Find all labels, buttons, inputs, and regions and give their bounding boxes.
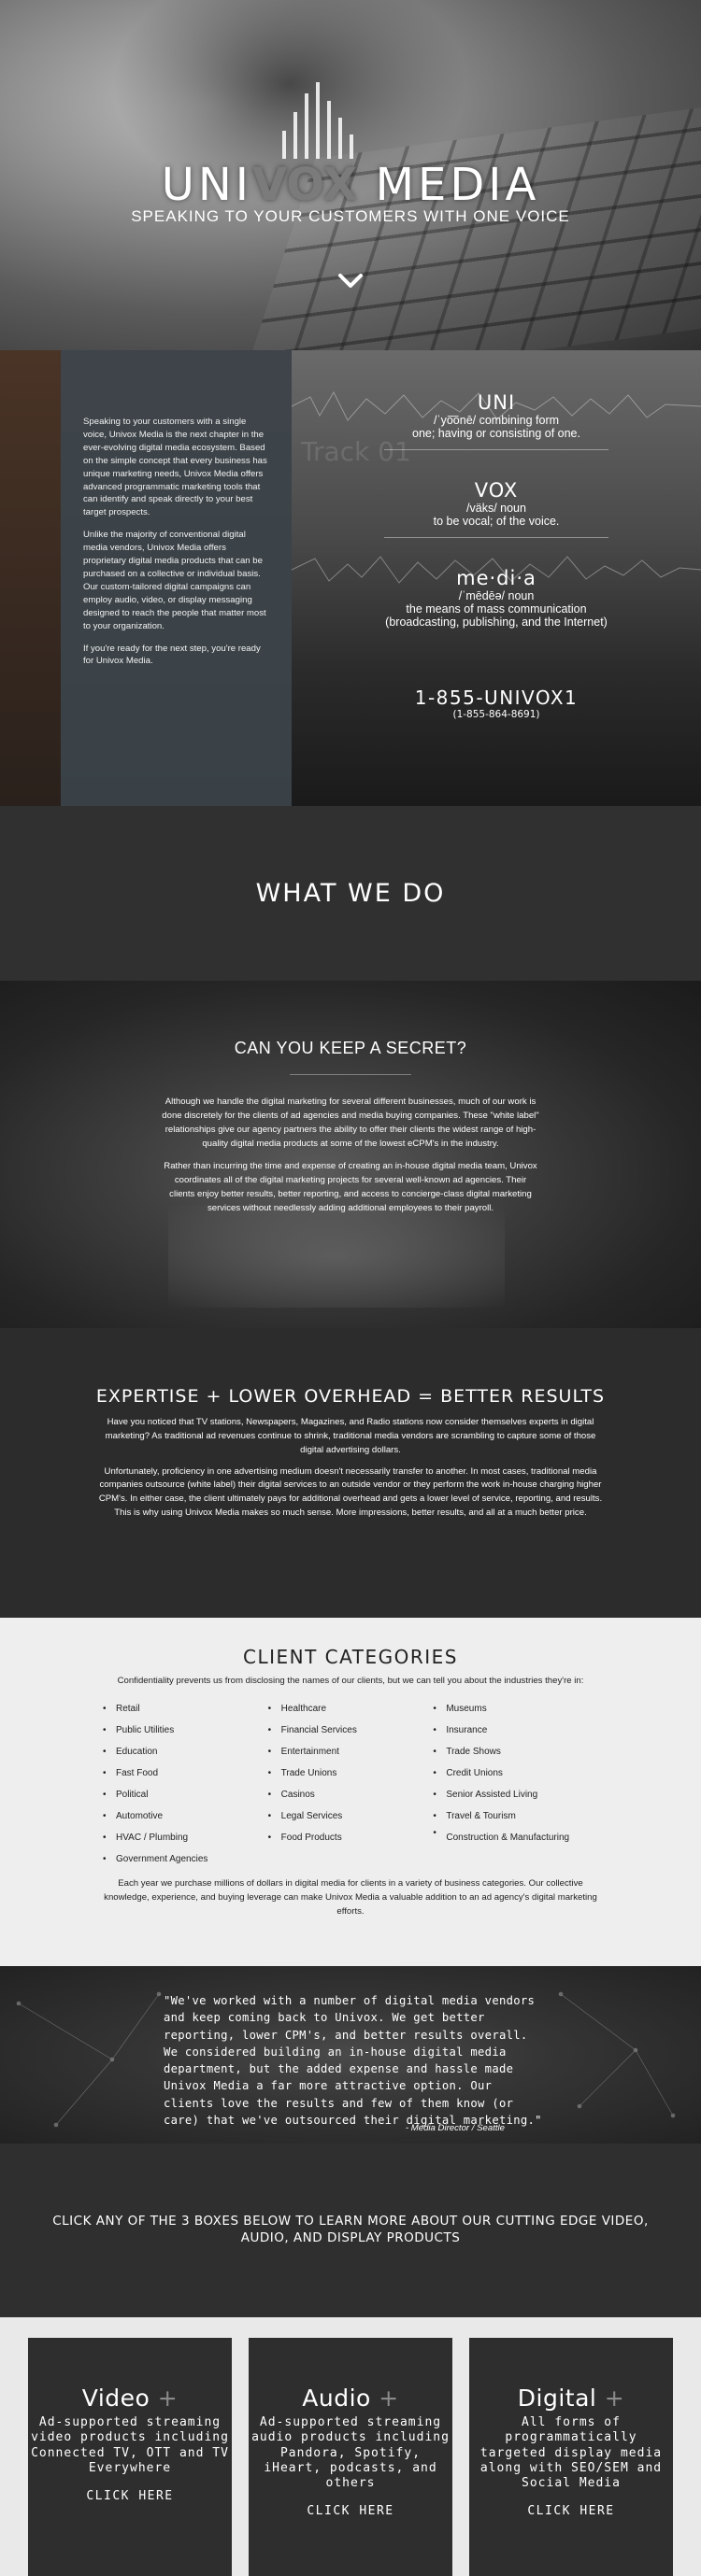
section-title: WHAT WE DO <box>255 879 446 908</box>
brand-logo: UNIVOX MEDIA <box>0 159 701 211</box>
expertise-section: EXPERTISE + LOWER OVERHEAD = BETTER RESU… <box>0 1328 701 1618</box>
plus-icon: + <box>604 2385 625 2412</box>
secret-section: CAN YOU KEEP A SECRET? Although we handl… <box>0 981 701 1328</box>
definition-uni: UNI /ˈyo͞onē/ combining form one; having… <box>292 391 701 450</box>
clients-intro: Confidentiality prevents us from disclos… <box>117 1676 584 1686</box>
intro-paragraph: If you're ready for the next step, you'r… <box>83 643 261 667</box>
category-item: Healthcare <box>268 1698 434 1720</box>
brand-uni: UNI <box>161 159 252 211</box>
section-title: CLIENT CATEGORIES <box>243 1646 458 1668</box>
box-title-text: Audio <box>302 2385 371 2412</box>
plus-icon: + <box>157 2385 179 2412</box>
definition-word: UNI <box>477 391 516 414</box>
products-section: Video + Ad-supported streaming video pro… <box>0 2317 701 2576</box>
what-we-do-section: WHAT WE DO <box>0 806 701 981</box>
testimonial-quote: "We've worked with a number of digital m… <box>164 1994 542 2128</box>
category-item: Construction & Manufacturing <box>433 1827 598 1844</box>
phone-numeric: (1-855-864-8691) <box>452 709 540 720</box>
category-column: Museums Insurance Trade Shows Credit Uni… <box>433 1698 598 1870</box>
category-item: Food Products <box>268 1827 434 1848</box>
cta-text: CLICK ANY OF THE 3 BOXES BELOW TO LEARN … <box>52 2214 649 2245</box>
definition-media: me·di·a /ˈmēdēə/ noun the means of mass … <box>292 567 701 629</box>
category-column: Healthcare Financial Services Entertainm… <box>268 1698 434 1870</box>
definition-meaning-continued: (broadcasting, publishing, and the Inter… <box>385 616 608 629</box>
category-item: Insurance <box>433 1720 598 1741</box>
secret-paragraph: Although we handle the digital marketing… <box>162 1097 539 1149</box>
category-item: Entertainment <box>268 1741 434 1762</box>
secret-paragraph: Rather than incurring the time and expen… <box>164 1161 537 1214</box>
divider <box>290 1074 411 1075</box>
category-item: Senior Assisted Living <box>433 1784 598 1805</box>
category-item: Retail <box>103 1698 268 1720</box>
definition-word: me·di·a <box>456 567 536 589</box>
box-description: All forms of programmatically targeted d… <box>479 2415 663 2490</box>
definition-pronunciation: /ˈmēdēə/ noun <box>458 589 535 602</box>
category-item: Public Utilities <box>103 1720 268 1741</box>
click-here-link[interactable]: CLICK HERE <box>28 2489 232 2503</box>
testimonial-citation: - Media Director / Seattle <box>405 2123 505 2133</box>
digital-product-box[interactable]: Digital + All forms of programmatically … <box>469 2338 673 2576</box>
cta-section: CLICK ANY OF THE 3 BOXES BELOW TO LEARN … <box>0 2144 701 2317</box>
category-item: Trade Shows <box>433 1741 598 1762</box>
divider <box>384 449 608 450</box>
category-item: Financial Services <box>268 1720 434 1741</box>
box-title-text: Digital <box>517 2385 597 2412</box>
audio-product-box[interactable]: Audio + Ad-supported streaming audio pro… <box>249 2338 452 2576</box>
intro-paragraph: Unlike the majority of conventional digi… <box>83 530 266 631</box>
category-item: Legal Services <box>268 1805 434 1827</box>
clients-outro: Each year we purchase millions of dollar… <box>104 1878 597 1917</box>
box-title-text: Video <box>81 2385 150 2412</box>
box-title: Digital + <box>469 2385 673 2412</box>
category-column: Retail Public Utilities Education Fast F… <box>103 1698 268 1870</box>
intro-paragraph: Speaking to your customers with a single… <box>83 417 267 518</box>
section-title: EXPERTISE + LOWER OVERHEAD = BETTER RESU… <box>95 1386 606 1407</box>
scroll-down-chevron-icon[interactable] <box>336 267 365 295</box>
client-categories-section: CLIENT CATEGORIES Confidentiality preven… <box>0 1618 701 1966</box>
definition-word: VOX <box>474 479 519 502</box>
category-item: Government Agencies <box>103 1848 268 1870</box>
brand-media: MEDIA <box>375 159 540 211</box>
logo-sound-bars-icon <box>262 82 374 159</box>
box-title: Video + <box>28 2385 232 2412</box>
definition-meaning: one; having or consisting of one. <box>412 427 580 440</box>
definition-vox: VOX /väks/ noun to be vocal; of the voic… <box>292 479 701 538</box>
definition-pronunciation: /väks/ noun <box>466 502 526 515</box>
box-description: Ad-supported streaming video products in… <box>31 2415 229 2475</box>
phone-block: 1-855-UNIVOX1 (1-855-864-8691) <box>292 686 701 720</box>
expertise-body: Have you noticed that TV stations, Newsp… <box>98 1416 603 1521</box>
category-item: HVAC / Plumbing <box>103 1827 268 1848</box>
category-item: Museums <box>433 1698 598 1720</box>
expertise-paragraph: Have you noticed that TV stations, Newsp… <box>105 1417 596 1455</box>
video-product-box[interactable]: Video + Ad-supported streaming video pro… <box>28 2338 232 2576</box>
secret-body: Although we handle the digital marketing… <box>161 1096 540 1225</box>
click-here-link[interactable]: CLICK HERE <box>469 2504 673 2518</box>
click-here-link[interactable]: CLICK HERE <box>249 2504 452 2518</box>
section-title: CAN YOU KEEP A SECRET? <box>234 1039 467 1057</box>
category-item: Automotive <box>103 1805 268 1827</box>
category-item: Travel & Tourism <box>433 1805 598 1827</box>
hero-section: UNIVOX MEDIA SPEAKING TO YOUR CUSTOMERS … <box>0 0 701 350</box>
box-title: Audio + <box>249 2385 452 2412</box>
intro-text-column: Speaking to your customers with a single… <box>61 350 292 806</box>
brand-vox: VOX <box>251 159 358 211</box>
category-item: Casinos <box>268 1784 434 1805</box>
category-item: Trade Unions <box>268 1762 434 1784</box>
category-item: Education <box>103 1741 268 1762</box>
definition-meaning: the means of mass communication <box>406 602 587 616</box>
expertise-paragraph: Unfortunately, proficiency in one advert… <box>98 1465 603 1519</box>
definition-pronunciation: /ˈyo͞onē/ combining form <box>433 414 560 427</box>
category-item: Fast Food <box>103 1762 268 1784</box>
category-item: Credit Unions <box>433 1762 598 1784</box>
divider <box>384 537 608 538</box>
intro-section: Speaking to your customers with a single… <box>0 350 701 806</box>
box-description: Ad-supported streaming audio products in… <box>251 2415 450 2490</box>
category-item: Political <box>103 1784 268 1805</box>
hero-tagline: SPEAKING TO YOUR CUSTOMERS WITH ONE VOIC… <box>131 207 570 225</box>
plus-icon: + <box>379 2385 399 2412</box>
testimonial-section: "We've worked with a number of digital m… <box>0 1966 701 2144</box>
phone-vanity-link[interactable]: 1-855-UNIVOX1 <box>292 686 701 709</box>
definition-meaning: to be vocal; of the voice. <box>433 515 560 528</box>
category-columns: Retail Public Utilities Education Fast F… <box>103 1698 598 1870</box>
